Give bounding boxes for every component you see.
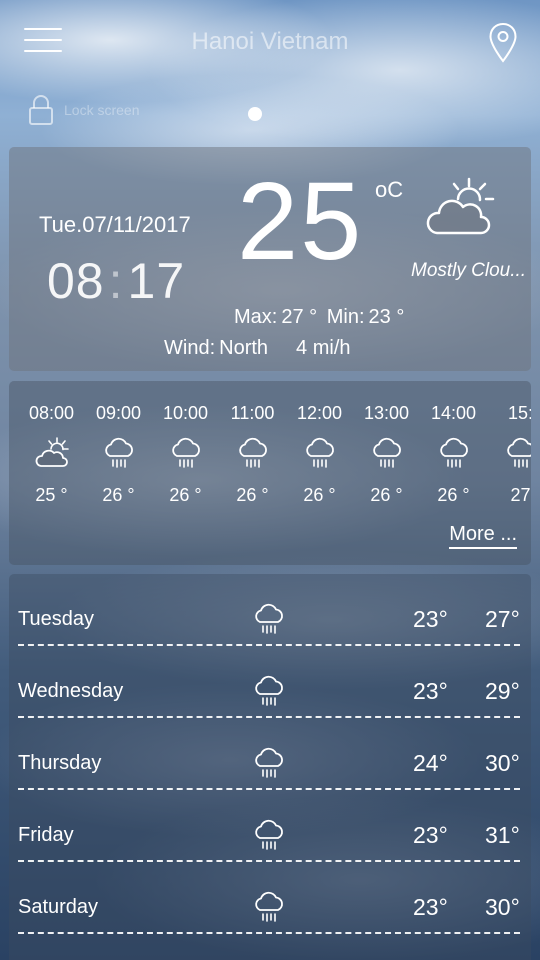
day-min-temp: 23°	[413, 606, 448, 632]
rain-icon	[504, 436, 531, 470]
day-max-temp: 30°	[485, 750, 520, 776]
hourly-time: 11:00	[230, 403, 275, 423]
max-min-temperature: Max: 27 ° Min: 23 °	[234, 306, 408, 329]
max-value: 27 °	[281, 306, 318, 328]
partly-sunny-icon	[35, 436, 69, 470]
daily-forecast-panel: Tuesday 23° 27° Wednesday 23° 29° Thursday 24° 3…	[9, 574, 531, 960]
current-weather-panel: Tue.07/11/2017 08:17 25 oC Mostly Clou..…	[9, 147, 531, 371]
day-min-temp: 23°	[413, 894, 448, 920]
daily-row[interactable]: Thursday 24° 30°	[18, 718, 520, 790]
hourly-time: 12:00	[296, 403, 343, 423]
day-name: Saturday	[18, 896, 99, 918]
daily-row[interactable]: Wednesday 23° 29°	[18, 646, 520, 718]
min-label: Min:	[326, 306, 365, 328]
day-name: Thursday	[18, 752, 102, 774]
day-min-temp: 23°	[413, 678, 448, 704]
hourly-temp: 26 °	[303, 485, 336, 505]
day-min-temp: 23°	[413, 822, 448, 848]
day-max-temp: 31°	[485, 822, 520, 848]
daily-row[interactable]: Saturday 23° 30°	[18, 862, 520, 934]
rain-icon	[252, 746, 286, 780]
day-name: Tuesday	[18, 608, 94, 630]
current-date: Tue.07/11/2017	[39, 212, 191, 237]
hourly-temp: 26 °	[236, 485, 269, 505]
more-button[interactable]: More ...	[449, 523, 517, 549]
condition-text: Mostly Clou...	[411, 260, 527, 281]
time-separator: :	[108, 253, 124, 309]
daily-row[interactable]: Friday 23° 31°	[18, 790, 520, 862]
hourly-temp: 27	[510, 485, 531, 505]
rain-icon	[252, 890, 286, 924]
hourly-time: 09:00	[95, 403, 142, 423]
time-minute: 17	[127, 253, 186, 309]
hourly-temp: 26 °	[370, 485, 403, 505]
city-title: Hanoi Vietnam	[191, 28, 349, 55]
top-bar: Hanoi Vietnam	[0, 0, 540, 90]
day-name: Wednesday	[18, 680, 124, 702]
rain-icon	[437, 436, 471, 470]
lock-screen-label: Lock screen	[64, 102, 140, 118]
rain-icon	[252, 818, 286, 852]
location-pin-icon[interactable]	[488, 22, 518, 64]
hourly-temp: 26 °	[169, 485, 202, 505]
rain-icon	[236, 436, 270, 470]
page-indicator-dot	[248, 107, 262, 121]
current-time: 08:17	[47, 252, 185, 310]
hourly-forecast-panel: 08:00 25 ° 09:00 26 ° 10:00 26 ° 11:00 26 ° 12:0…	[9, 381, 531, 565]
day-max-temp: 29°	[485, 678, 520, 704]
rain-icon	[252, 674, 286, 708]
hourly-temp: 26 °	[102, 485, 135, 505]
rain-icon	[252, 602, 286, 636]
hourly-time: 08:00	[28, 403, 75, 423]
day-min-temp: 24°	[413, 750, 448, 776]
lock-icon[interactable]	[28, 94, 54, 126]
wind-speed: 4 mi/h	[296, 337, 351, 359]
current-temperature: 25	[237, 160, 364, 283]
lock-screen-toggle[interactable]: Lock screen	[28, 92, 139, 128]
day-name: Friday	[18, 824, 74, 846]
hourly-time: 10:00	[162, 403, 209, 423]
partly-sunny-icon	[426, 177, 495, 235]
time-hour: 08	[47, 253, 105, 309]
rain-icon	[303, 436, 337, 470]
day-max-temp: 27°	[485, 606, 520, 632]
rain-icon	[102, 436, 136, 470]
min-value: 23 °	[368, 306, 405, 328]
wind-label: Wind:	[164, 337, 216, 359]
hourly-temp: 26 °	[437, 485, 470, 505]
hourly-temp: 25 °	[35, 485, 68, 505]
rain-icon	[169, 436, 203, 470]
wind-direction: North	[219, 337, 269, 359]
max-label: Max:	[234, 306, 278, 328]
hourly-time: 15:	[507, 403, 531, 423]
hourly-time: 13:00	[363, 403, 410, 423]
daily-row[interactable]: Tuesday 23° 27°	[18, 574, 520, 646]
day-max-temp: 30°	[485, 894, 520, 920]
temperature-unit: oC	[375, 177, 404, 202]
hourly-time: 14:00	[430, 403, 477, 423]
wind-info: Wind: North 4 mi/h	[164, 337, 355, 360]
rain-icon	[370, 436, 404, 470]
